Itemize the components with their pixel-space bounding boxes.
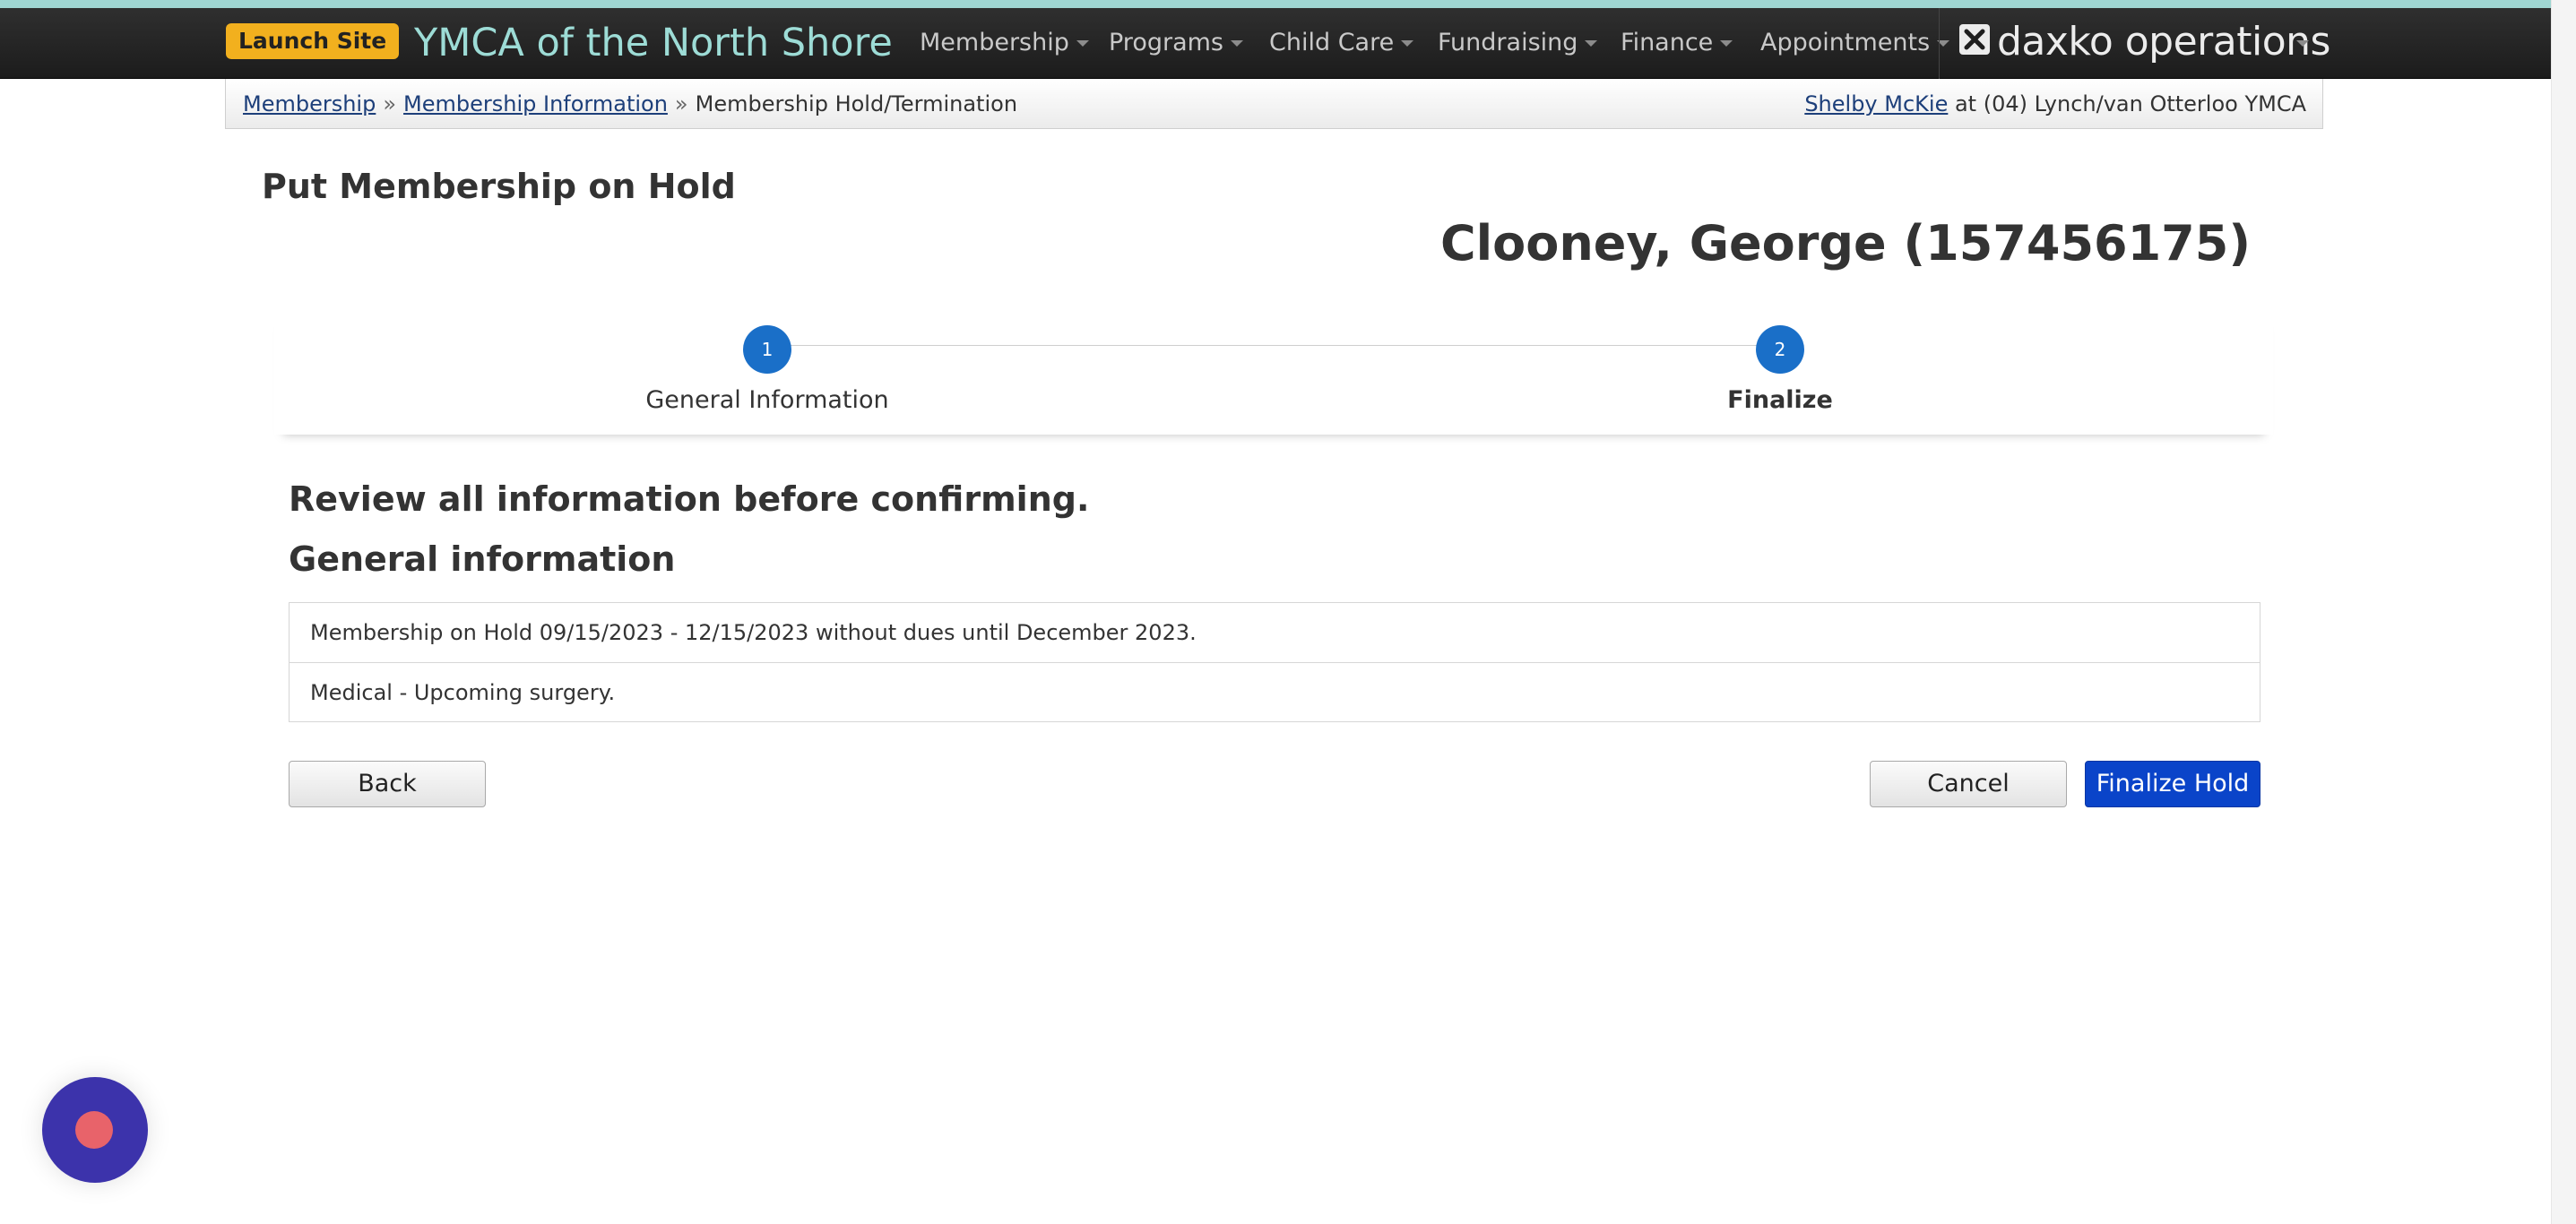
breadcrumb-separator: »: [674, 91, 688, 116]
chat-widget-button[interactable]: [42, 1077, 148, 1183]
breadcrumb-current: Membership Hold/Termination: [695, 91, 1018, 116]
nav-child-care[interactable]: Child Care: [1269, 21, 1414, 65]
vertical-scrollbar[interactable]: [2551, 0, 2576, 1224]
nav-appointments[interactable]: Appointments: [1760, 21, 1950, 65]
nav-label: Finance: [1621, 29, 1714, 56]
chevron-down-icon: [2296, 40, 2309, 47]
nav-label: Appointments: [1760, 29, 1931, 56]
nav-fundraising[interactable]: Fundraising: [1438, 21, 1598, 65]
nav-finance[interactable]: Finance: [1621, 21, 1733, 65]
daxko-operations-logo: daxko operations: [1997, 19, 2330, 65]
chevron-down-icon: [1585, 40, 1598, 47]
breadcrumb: Membership » Membership Information» Member…: [243, 79, 1017, 129]
step-label: Finalize: [1727, 386, 1833, 414]
step-number-badge: 2: [1756, 325, 1804, 374]
nav-membership[interactable]: Membership: [920, 21, 1089, 65]
finalize-hold-button[interactable]: Finalize Hold: [2085, 761, 2260, 807]
daxko-logo-icon: [1959, 24, 1990, 55]
launch-site-button[interactable]: Launch Site: [226, 23, 400, 59]
progress-stepper: 1 General Information 2 Finalize: [274, 309, 2273, 435]
page-title: Put Membership on Hold: [262, 167, 736, 206]
breadcrumb-separator: »: [383, 91, 397, 116]
top-accent-strip: [0, 0, 2551, 8]
back-button[interactable]: Back: [289, 761, 486, 807]
chevron-down-icon: [1401, 40, 1414, 47]
step-finalize: 2 Finalize: [1601, 325, 1959, 414]
general-information-heading: General information: [289, 539, 676, 579]
breadcrumb-bar: Membership » Membership Information» Member…: [225, 79, 2323, 129]
nav-label: Programs: [1109, 29, 1223, 56]
cancel-button[interactable]: Cancel: [1870, 761, 2067, 807]
general-information-list: Membership on Hold 09/15/2023 - 12/15/20…: [289, 602, 2260, 722]
daxko-operations-menu[interactable]: daxko operations: [1939, 8, 2330, 79]
nav-label: Membership: [920, 29, 1069, 56]
nav-label: Fundraising: [1438, 29, 1578, 56]
step-general-information[interactable]: 1 General Information: [588, 325, 947, 414]
nav-label: Child Care: [1269, 29, 1395, 56]
review-heading: Review all information before confirming…: [289, 479, 1090, 519]
list-item: Medical - Upcoming surgery.: [290, 662, 2260, 721]
member-name: Clooney, George (157456175): [1440, 215, 2251, 272]
list-item: Membership on Hold 09/15/2023 - 12/15/20…: [310, 620, 1197, 645]
breadcrumb-membership-information-link[interactable]: Membership Information: [403, 91, 668, 116]
nav-programs[interactable]: Programs: [1109, 21, 1243, 65]
chevron-down-icon: [1231, 40, 1243, 47]
step-number-badge: 1: [743, 325, 791, 374]
user-info: Shelby McKie at (04) Lynch/van Otterloo …: [1804, 79, 2306, 129]
chat-icon: [75, 1111, 113, 1149]
top-navbar: Launch Site YMCA of the North Shore Memb…: [0, 8, 2551, 79]
chevron-down-icon: [1720, 40, 1733, 47]
chevron-down-icon: [1076, 40, 1089, 47]
user-location: at (04) Lynch/van Otterloo YMCA: [1948, 91, 2306, 116]
breadcrumb-membership-link[interactable]: Membership: [243, 91, 376, 116]
step-label: General Information: [645, 386, 889, 414]
user-name-link[interactable]: Shelby McKie: [1804, 91, 1948, 116]
site-brand-title[interactable]: YMCA of the North Shore: [414, 18, 893, 68]
